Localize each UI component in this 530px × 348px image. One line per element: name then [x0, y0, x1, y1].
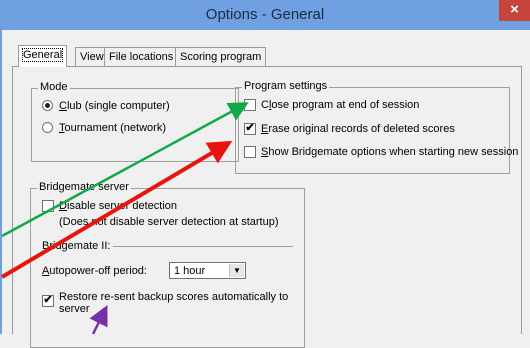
label-rest: how Bridgemate options when starting new…	[268, 146, 519, 158]
mode-group: Mode Club (single computer) Tournament (…	[31, 81, 239, 162]
window-title: Options - General	[205, 6, 325, 23]
label-rest: ose program at end of session	[271, 99, 420, 111]
tab-file-locations[interactable]: File locations	[104, 47, 179, 66]
label-rest: isable server detection	[66, 200, 178, 212]
mode-club-label: Club (single computer)	[59, 99, 170, 113]
mode-group-title: Mode	[38, 81, 70, 93]
checkbox-box[interactable]	[244, 146, 256, 158]
mnemonic: D	[59, 200, 67, 212]
bridgemate-server-group: Bridgemate server Disable server detecti…	[30, 181, 305, 348]
program-settings-group: Program settings Close program at end of…	[235, 80, 518, 174]
label-rest: lub (single computer)	[66, 100, 170, 112]
autopower-label: Autopower-off period:	[42, 264, 147, 278]
close-button[interactable]: ×	[499, 0, 530, 21]
program-settings-title: Program settings	[242, 80, 330, 92]
restore-backup-label-line2: server	[59, 303, 90, 315]
tab-panel-general: Mode Club (single computer) Tournament (…	[12, 66, 522, 348]
checkbox-box[interactable]: ✔	[244, 123, 256, 135]
erase-records-label: Erase original records of deleted scores	[261, 122, 455, 136]
checkbox-box[interactable]	[244, 99, 256, 111]
bridgemate-ii-label: Bridgemate II:	[42, 240, 111, 252]
disable-detection-label: Disable server detection	[59, 199, 177, 213]
tab-general[interactable]: General	[18, 45, 68, 67]
close-program-label: Close program at end of session	[261, 98, 419, 112]
tab-general-label: General	[21, 48, 64, 62]
disable-detection-note: (Does not disable server detection at st…	[59, 216, 279, 228]
label-rest: ournament (network)	[64, 122, 167, 134]
checkbox-box[interactable]	[42, 200, 54, 212]
label-rest: utopower-off period:	[49, 265, 147, 277]
chevron-down-icon[interactable]: ▼	[229, 264, 244, 277]
mode-tournament-label: Tournament (network)	[59, 121, 166, 135]
radio-indicator[interactable]	[42, 122, 53, 133]
separator	[113, 246, 293, 247]
autopower-value: 1 hour	[174, 265, 206, 277]
label-rest: rase original records of deleted scores	[268, 123, 455, 135]
bridgemate-server-title: Bridgemate server	[37, 181, 131, 193]
label-prefix: C	[261, 99, 269, 111]
mnemonic: C	[59, 100, 67, 112]
radio-indicator[interactable]	[42, 100, 53, 111]
show-bridgemate-options-label: Show Bridgemate options when starting ne…	[261, 145, 518, 159]
checkbox-box[interactable]: ✔	[42, 295, 54, 307]
restore-backup-label-line1: Restore re-sent backup scores automatica…	[59, 291, 289, 303]
autopower-select[interactable]: 1 hour ▼	[169, 262, 246, 279]
tab-scoring-program[interactable]: Scoring program	[175, 47, 267, 66]
